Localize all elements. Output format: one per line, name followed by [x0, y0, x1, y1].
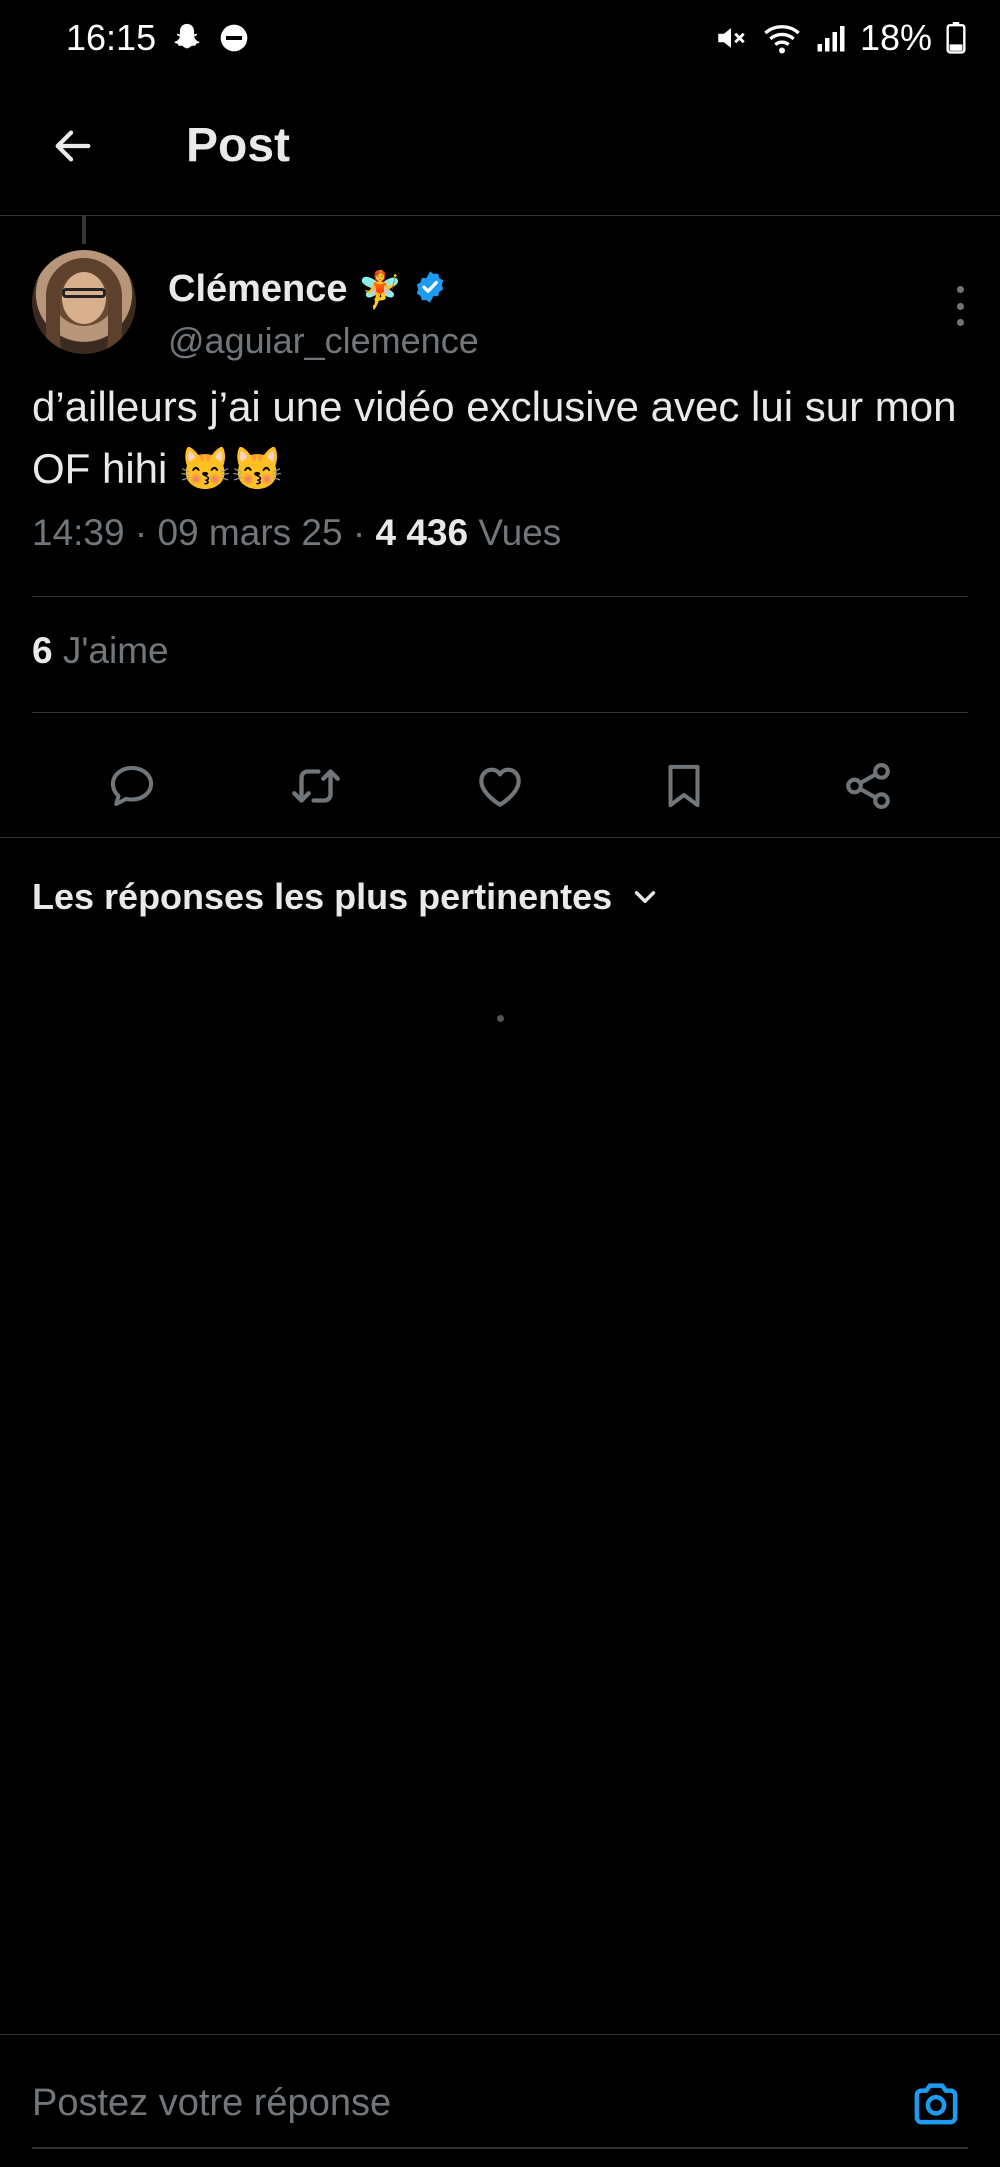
- chevron-down-icon: [635, 891, 656, 903]
- post-time: 14:39: [32, 512, 125, 553]
- post-meta: 14:39 · 09 mars 25 · 4 436 Vues: [32, 512, 561, 554]
- arrow-left-icon: [55, 129, 91, 162]
- divider: [32, 712, 968, 713]
- replies-sort-dropdown[interactable]: Les réponses les plus pertinentes: [32, 876, 662, 918]
- like-button[interactable]: [465, 751, 535, 821]
- likes-label: J'aime: [62, 630, 169, 671]
- verified-badge-icon: [412, 269, 448, 310]
- likes-summary[interactable]: 6 J'aime: [32, 630, 169, 672]
- likes-count: 6: [32, 630, 53, 671]
- action-bar: [0, 736, 1000, 836]
- top-app-bar: Post: [0, 76, 1000, 216]
- reply-button[interactable]: [97, 751, 167, 821]
- loading-indicator: [497, 1015, 504, 1022]
- like-icon: [479, 767, 521, 807]
- thread-line: [82, 216, 86, 244]
- wifi-icon: [762, 21, 802, 55]
- signal-icon: [816, 23, 846, 53]
- fairy-emoji: 🧚: [357, 268, 403, 310]
- separator-dot: ·: [134, 512, 158, 553]
- views-count: 4 436: [375, 512, 469, 553]
- status-left: 16:15: [66, 17, 250, 59]
- bottom-divider: [32, 2147, 968, 2149]
- post-text: d’ailleurs j’ai une vidéo exclusive avec…: [32, 383, 957, 492]
- more-options-icon[interactable]: [948, 286, 972, 326]
- camera-button[interactable]: [908, 2075, 964, 2131]
- reply-input[interactable]: [32, 2075, 892, 2131]
- divider: [32, 596, 968, 597]
- bookmark-icon: [668, 764, 700, 808]
- status-bar: 16:15 18%: [0, 0, 1000, 76]
- reply-icon: [110, 765, 154, 807]
- retweet-button[interactable]: [281, 751, 351, 821]
- views-label: Vues: [478, 512, 562, 553]
- avatar[interactable]: [32, 250, 136, 354]
- mute-icon: [714, 21, 748, 55]
- snapchat-icon: [170, 21, 204, 55]
- display-name[interactable]: Clémence: [168, 268, 348, 311]
- avatar-glasses: [62, 288, 106, 298]
- name-line: Clémence 🧚: [168, 268, 448, 311]
- camera-icon: [914, 2083, 958, 2125]
- share-button[interactable]: [833, 751, 903, 821]
- share-icon: [846, 763, 890, 809]
- dnd-icon: [218, 22, 250, 54]
- avatar-face: [62, 272, 106, 324]
- bookmark-button[interactable]: [649, 751, 719, 821]
- status-time: 16:15: [66, 17, 157, 58]
- post-date: 09 mars 25: [157, 512, 343, 553]
- battery-percent: 18%: [859, 17, 932, 58]
- back-button[interactable]: [36, 109, 110, 183]
- author-row: Clémence 🧚 @aguiar_clemence: [32, 250, 972, 362]
- sort-label: Les réponses les plus pertinentes: [32, 876, 613, 917]
- separator-dot: ·: [352, 512, 376, 553]
- status-right: 18%: [714, 17, 966, 59]
- page-title: Post: [186, 119, 291, 172]
- section-divider: [0, 837, 1000, 838]
- battery-icon: [946, 22, 966, 54]
- retweet-icon: [292, 769, 340, 803]
- handle[interactable]: @aguiar_clemence: [168, 320, 479, 362]
